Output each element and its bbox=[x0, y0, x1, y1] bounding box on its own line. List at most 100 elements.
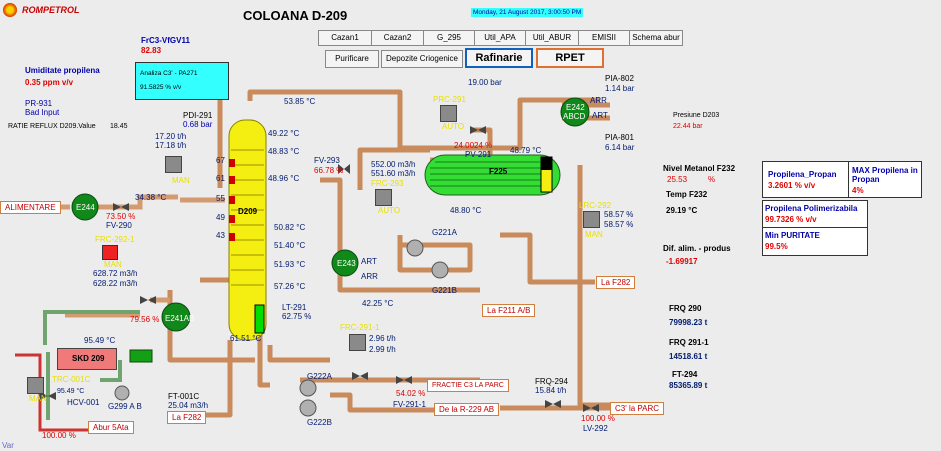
auto-label-2: AUTO bbox=[442, 122, 465, 131]
lrc292-l2: 58.57 % bbox=[604, 220, 634, 229]
propilena-propan-label: Propilena_Propan bbox=[768, 170, 837, 179]
la-f282-left[interactable]: La F282 bbox=[167, 411, 207, 424]
nav-cazan1[interactable]: Cazan1 bbox=[318, 30, 372, 46]
controller-box-1[interactable] bbox=[165, 156, 182, 173]
nav-purificare[interactable]: Purificare bbox=[325, 50, 379, 68]
min-puritate-label: Min PURITATE bbox=[765, 231, 820, 240]
abur-tag[interactable]: Abur 5Ata bbox=[88, 421, 134, 434]
lv292-tag: LV-292 bbox=[583, 424, 608, 433]
nivel-value: 25.53 bbox=[667, 175, 688, 184]
skd209-label: SKD 209 bbox=[72, 354, 105, 363]
f225-label: F225 bbox=[489, 167, 508, 176]
nav-schema-abur[interactable]: Schema abur bbox=[629, 30, 683, 46]
nav-cazan2[interactable]: Cazan2 bbox=[371, 30, 424, 46]
trc001c-tag: TRC-001C bbox=[52, 375, 91, 384]
de-la-r229-tag[interactable]: De la R-229 AB bbox=[434, 403, 500, 416]
la-f211-tag[interactable]: La F211 A/B bbox=[482, 304, 536, 317]
flow-296: 2.96 t/h bbox=[369, 334, 396, 343]
var-label: Var bbox=[2, 441, 14, 450]
ft294-tag: FT-294 bbox=[672, 370, 698, 379]
controller-box-5[interactable] bbox=[349, 334, 366, 351]
max-propilena-value: 4% bbox=[852, 186, 864, 195]
feed-temp: 34.38 °C bbox=[135, 193, 167, 202]
c3-parc-tag[interactable]: C3' la PARC bbox=[610, 402, 665, 415]
col-temp-3: 48.83 °C bbox=[268, 147, 300, 156]
e241ab-label: E241AB bbox=[165, 314, 195, 323]
frq2911-tag: FRQ 291-1 bbox=[669, 338, 709, 347]
flow-upper-2: 17.18 t/h bbox=[155, 141, 187, 150]
col-temp-9: 61.51 °C bbox=[230, 334, 262, 343]
umiditate-value: 0.35 ppm v/v bbox=[25, 78, 74, 87]
temp-4880: 48.80 °C bbox=[450, 206, 482, 215]
pv291-tag: PV-291 bbox=[465, 150, 492, 159]
e243-label: E243 bbox=[337, 259, 356, 268]
umiditate-label: Umiditate propilena bbox=[25, 66, 100, 75]
frc2921-red-box[interactable] bbox=[102, 245, 118, 260]
tray-61: 61 bbox=[216, 174, 225, 183]
pct-100-left: 100.00 % bbox=[42, 431, 76, 440]
tray-67: 67 bbox=[216, 156, 225, 165]
col-temp-5: 50.82 °C bbox=[274, 223, 306, 232]
frc2911-tag: FRC-291-1 bbox=[340, 323, 380, 332]
nav-rpet[interactable]: RPET bbox=[536, 48, 604, 68]
presiune-label: Presiune D203 bbox=[673, 112, 720, 119]
frc-tag: FrC3-VfGV11 bbox=[141, 36, 190, 45]
nav-util-apa[interactable]: Util_APA bbox=[474, 30, 526, 46]
page-title: COLOANA D-209 bbox=[243, 8, 348, 23]
prc291-tag: PRC-291 bbox=[433, 95, 466, 104]
pr931-state: Bad Input bbox=[25, 108, 60, 117]
col-temp-2: 49.22 °C bbox=[268, 129, 300, 138]
controller-box-4[interactable] bbox=[440, 105, 457, 122]
propilena-propan-box bbox=[762, 161, 849, 198]
logo-text: ROMPETROL bbox=[22, 5, 80, 15]
fv290-tag: FV-290 bbox=[106, 221, 132, 230]
controller-box-6[interactable] bbox=[583, 211, 600, 228]
tray-55: 55 bbox=[216, 194, 225, 203]
art-label-1: ART bbox=[361, 257, 377, 266]
arr-label-2: ARR bbox=[590, 96, 607, 105]
e244-label: E244 bbox=[76, 203, 95, 212]
lt291-level-gauge bbox=[254, 304, 265, 334]
fractie-tag[interactable]: FRACTIE C3 LA PARC bbox=[427, 379, 509, 392]
pia801-value: 6.14 bar bbox=[605, 143, 635, 152]
nav-util-abur[interactable]: Util_ABUR bbox=[525, 30, 579, 46]
controller-box-3[interactable] bbox=[375, 189, 392, 206]
ft001c-value: 25.04 m3/h bbox=[168, 401, 209, 410]
temp-9549b: 95.49 °C bbox=[57, 388, 85, 395]
controller-box-2[interactable] bbox=[27, 377, 44, 394]
temp-9549: 95.49 °C bbox=[84, 336, 116, 345]
nivel-unit: % bbox=[708, 175, 716, 184]
small-green-tank bbox=[129, 349, 153, 363]
nav-rafinarie[interactable]: Rafinarie bbox=[465, 48, 533, 68]
fv2911-tag: FV-291-1 bbox=[393, 400, 426, 409]
pct-7956: 79.56 % bbox=[130, 315, 160, 324]
col-temp-1: 53.85 °C bbox=[284, 97, 316, 106]
pdi291-value: 0.68 bar bbox=[183, 120, 213, 129]
g222b-tag: G222B bbox=[307, 418, 332, 427]
frc-value: 82.83 bbox=[141, 46, 162, 55]
man-label-1: MAN bbox=[172, 176, 190, 185]
flow-upper-1: 17.20 t/h bbox=[155, 132, 187, 141]
reflux-label: RATIE REFLUX D209.Value bbox=[8, 123, 96, 130]
reflux-value: 18.45 bbox=[110, 123, 128, 130]
alimentare-tag[interactable]: ALIMENTARE bbox=[0, 201, 61, 214]
nav-emisii[interactable]: EMISII bbox=[578, 30, 630, 46]
ft294-value: 85365.89 t bbox=[669, 381, 708, 390]
nav-depozite[interactable]: Depozite Criogenice bbox=[381, 50, 463, 68]
frq2911-value: 14518.61 t bbox=[669, 352, 708, 361]
dif-label: Dif. alim. - produs bbox=[663, 244, 731, 253]
fv290-pct: 73.50 % bbox=[106, 212, 136, 221]
fv293-tag: FV-293 bbox=[314, 156, 340, 165]
lrc292-tag: LRC-292 bbox=[579, 201, 612, 210]
analiza-label: Analiza C3' - PA271 bbox=[140, 70, 198, 77]
col-temp-7: 51.93 °C bbox=[274, 260, 306, 269]
nivel-label: Nivel Metanol F232 bbox=[663, 164, 736, 173]
auto-label-1: AUTO bbox=[378, 206, 401, 215]
exchangers bbox=[71, 97, 590, 332]
la-f282-right[interactable]: La F282 bbox=[596, 276, 636, 289]
nav-g295[interactable]: G_295 bbox=[423, 30, 475, 46]
presiune-value: 22.44 bar bbox=[673, 123, 703, 130]
max-propilena-label: MAX Propilena in Propan bbox=[852, 166, 918, 184]
art-label-2: ART bbox=[592, 111, 608, 120]
pia802-tag: PIA-802 bbox=[605, 74, 634, 83]
